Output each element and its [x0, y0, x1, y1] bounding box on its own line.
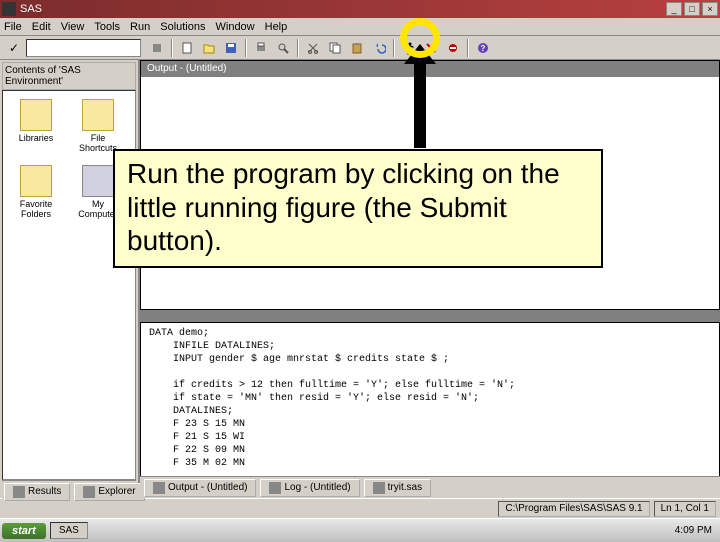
menu-run[interactable]: Run — [130, 21, 150, 33]
editor-code: DATA demo; INFILE DATALINES; INPUT gende… — [149, 328, 515, 469]
explorer-item-libraries[interactable]: Libraries — [11, 99, 61, 153]
status-path: C:\Program Files\SAS\SAS 9.1 — [498, 501, 649, 517]
content-tabbar: Output - (Untitled) Log - (Untitled) try… — [140, 476, 720, 498]
tab-label: Output - (Untitled) — [168, 482, 247, 493]
explorer-panel: Contents of 'SAS Environment' Libraries … — [0, 60, 140, 498]
explorer-item-label: My Computer — [78, 199, 118, 219]
menubar: File Edit View Tools Run Solutions Windo… — [0, 18, 720, 36]
go-icon — [150, 41, 164, 55]
tab-results[interactable]: Results — [4, 483, 70, 501]
tab-log[interactable]: Log - (Untitled) — [260, 479, 359, 497]
titlebar: SAS _ □ × — [0, 0, 720, 18]
menu-help[interactable]: Help — [265, 21, 288, 33]
preview-button[interactable] — [273, 38, 293, 58]
undo-icon — [372, 41, 386, 55]
app-title: SAS — [20, 3, 42, 15]
explorer-item-file-shortcuts[interactable]: File Shortcuts — [73, 99, 123, 153]
paste-icon — [350, 41, 364, 55]
copy-button[interactable] — [325, 38, 345, 58]
main-area: Contents of 'SAS Environment' Libraries … — [0, 60, 720, 498]
command-go-button[interactable] — [147, 38, 167, 58]
explorer-item-label: Favorite Folders — [20, 199, 53, 219]
undo-button[interactable] — [369, 38, 389, 58]
callout-text-box: Run the program by clicking on the littl… — [113, 149, 603, 268]
check-icon: ✓ — [9, 41, 19, 55]
maximize-button[interactable]: □ — [684, 2, 700, 16]
explorer-icon — [83, 486, 95, 498]
preview-icon — [276, 41, 290, 55]
results-icon — [13, 486, 25, 498]
open-button[interactable] — [199, 38, 219, 58]
close-button[interactable]: × — [702, 2, 718, 16]
taskbar-item-sas[interactable]: SAS — [50, 522, 88, 539]
print-icon — [254, 41, 268, 55]
save-button[interactable] — [221, 38, 241, 58]
status-position: Ln 1, Col 1 — [654, 501, 716, 517]
menu-window[interactable]: Window — [216, 21, 255, 33]
break-button[interactable] — [443, 38, 463, 58]
tab-label: Log - (Untitled) — [284, 482, 350, 493]
editor-window[interactable]: DATA demo; INFILE DATALINES; INPUT gende… — [140, 322, 720, 498]
content-area: Output - (Untitled) DATA demo; INFILE DA… — [140, 60, 720, 498]
print-button[interactable] — [251, 38, 271, 58]
menu-edit[interactable]: Edit — [32, 21, 51, 33]
help-icon: ? — [476, 41, 490, 55]
check-button[interactable]: ✓ — [4, 38, 24, 58]
tab-label: tryit.sas — [388, 482, 422, 493]
app-icon — [2, 2, 16, 16]
tab-label: Results — [28, 486, 61, 497]
menu-tools[interactable]: Tools — [94, 21, 120, 33]
minimize-button[interactable]: _ — [666, 2, 682, 16]
libraries-icon — [20, 99, 52, 131]
taskbar: start SAS 4:09 PM — [0, 518, 720, 542]
explorer-tabbar: Results Explorer — [2, 480, 136, 502]
menu-view[interactable]: View — [61, 21, 85, 33]
break-icon — [446, 41, 460, 55]
menu-solutions[interactable]: Solutions — [160, 21, 205, 33]
output-icon — [153, 482, 165, 494]
callout-text: Run the program by clicking on the littl… — [127, 158, 560, 256]
start-button[interactable]: start — [2, 523, 46, 539]
menu-file[interactable]: File — [4, 21, 22, 33]
open-icon — [202, 41, 216, 55]
command-input[interactable] — [26, 39, 141, 57]
tab-output[interactable]: Output - (Untitled) — [144, 479, 256, 497]
explorer-header: Contents of 'SAS Environment' — [2, 62, 136, 90]
clock: 4:09 PM — [675, 525, 712, 536]
explorer-item-favorite[interactable]: Favorite Folders — [11, 165, 61, 219]
new-icon — [180, 41, 194, 55]
svg-text:?: ? — [481, 44, 486, 53]
log-icon — [269, 482, 281, 494]
save-icon — [224, 41, 238, 55]
tab-editor[interactable]: tryit.sas — [364, 479, 431, 497]
explorer-item-label: File Shortcuts — [79, 133, 117, 153]
task-label: SAS — [59, 525, 79, 536]
start-label: start — [12, 525, 36, 537]
system-tray[interactable]: 4:09 PM — [669, 523, 718, 538]
toolbar: ✓ ? — [0, 36, 720, 60]
computer-icon — [82, 165, 114, 197]
cut-icon — [306, 41, 320, 55]
tab-label: Explorer — [98, 486, 135, 497]
file-shortcuts-icon — [82, 99, 114, 131]
explorer-item-label: Libraries — [19, 133, 54, 143]
favorite-folders-icon — [20, 165, 52, 197]
copy-icon — [328, 41, 342, 55]
editor-icon — [373, 482, 385, 494]
callout-arrow — [414, 58, 426, 148]
new-button[interactable] — [177, 38, 197, 58]
paste-button[interactable] — [347, 38, 367, 58]
cut-button[interactable] — [303, 38, 323, 58]
tab-explorer[interactable]: Explorer — [74, 483, 144, 501]
help-button[interactable]: ? — [473, 38, 493, 58]
